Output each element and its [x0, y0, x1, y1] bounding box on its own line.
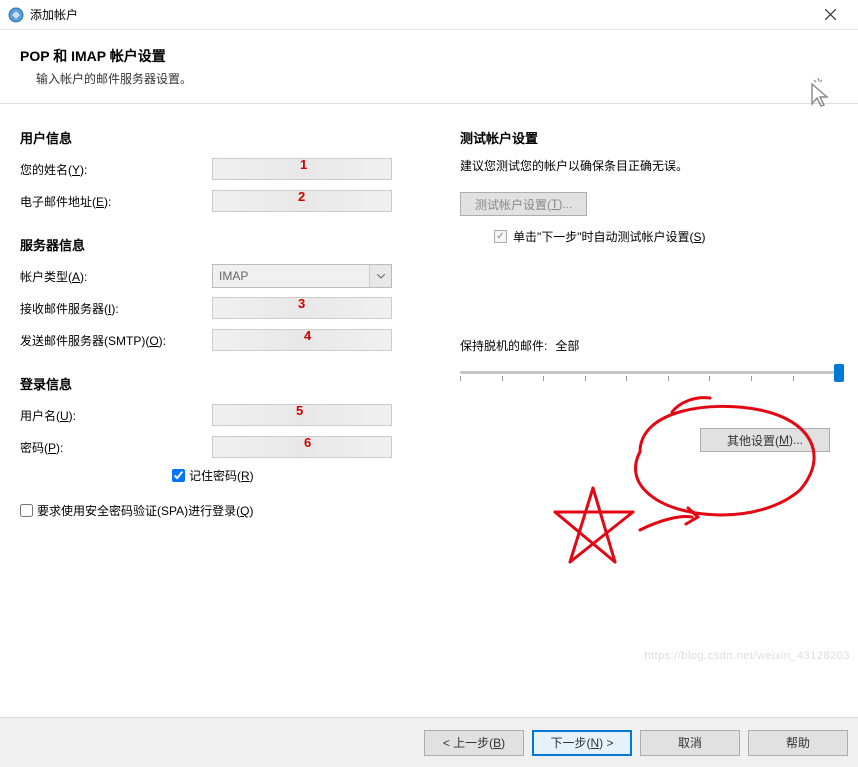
page-title: POP 和 IMAP 帐户设置	[20, 46, 838, 66]
name-row: 您的姓名(Y): 1	[20, 157, 440, 181]
help-button[interactable]: 帮助	[748, 730, 848, 756]
email-label: 电子邮件地址(E):	[20, 193, 212, 210]
test-settings-button[interactable]: 测试帐户设置(T)...	[460, 192, 587, 216]
server-info-title: 服务器信息	[20, 235, 440, 254]
outgoing-input[interactable]	[212, 329, 392, 351]
remember-password-checkbox[interactable]	[172, 469, 185, 482]
offline-value: 全部	[555, 337, 579, 354]
name-label: 您的姓名(Y):	[20, 161, 212, 178]
app-icon	[8, 7, 24, 23]
next-button[interactable]: 下一步(N) >	[532, 730, 632, 756]
auto-test-row: ✓ 单击"下一步"时自动测试帐户设置(S)	[494, 228, 838, 245]
offline-section: 保持脱机的邮件: 全部	[460, 337, 838, 388]
name-input[interactable]	[212, 158, 392, 180]
auto-test-label: 单击"下一步"时自动测试帐户设置(S)	[513, 228, 706, 245]
password-label: 密码(P):	[20, 439, 212, 456]
slider-thumb[interactable]	[834, 364, 844, 382]
close-button[interactable]	[810, 1, 850, 29]
remember-password-row: 记住密码(R)	[172, 467, 440, 484]
body: 用户信息 您的姓名(Y): 1 电子邮件地址(E): 2 服务器信息 帐户类型(…	[0, 104, 858, 712]
password-row: 密码(P): 6	[20, 435, 440, 459]
spa-checkbox[interactable]	[20, 504, 33, 517]
footer: < 上一步(B) 下一步(N) > 取消 帮助	[0, 717, 858, 767]
window-title: 添加帐户	[30, 6, 810, 23]
more-settings-button[interactable]: 其他设置(M)...	[700, 428, 830, 452]
back-button[interactable]: < 上一步(B)	[424, 730, 524, 756]
slider-track-line	[460, 371, 838, 374]
spa-label: 要求使用安全密码验证(SPA)进行登录(Q)	[37, 502, 253, 519]
left-column: 用户信息 您的姓名(Y): 1 电子邮件地址(E): 2 服务器信息 帐户类型(…	[20, 128, 440, 712]
offline-slider[interactable]	[460, 362, 838, 388]
header: POP 和 IMAP 帐户设置 输入帐户的邮件服务器设置。	[0, 30, 858, 104]
email-input[interactable]	[212, 190, 392, 212]
account-type-label: 帐户类型(A):	[20, 268, 212, 285]
incoming-label: 接收邮件服务器(I):	[20, 300, 212, 317]
account-type-value: IMAP	[219, 269, 248, 283]
page-subtitle: 输入帐户的邮件服务器设置。	[36, 70, 838, 87]
incoming-row: 接收邮件服务器(I): 3	[20, 296, 440, 320]
account-type-select[interactable]: IMAP	[212, 264, 392, 288]
test-settings-desc: 建议您测试您的帐户以确保条目正确无误。	[460, 157, 838, 174]
outgoing-label: 发送邮件服务器(SMTP)(O):	[20, 332, 212, 349]
outgoing-row: 发送邮件服务器(SMTP)(O): 4	[20, 328, 440, 352]
offline-label: 保持脱机的邮件:	[460, 337, 547, 354]
password-input[interactable]	[212, 436, 392, 458]
incoming-input[interactable]	[212, 297, 392, 319]
spa-row: 要求使用安全密码验证(SPA)进行登录(Q)	[20, 502, 440, 519]
watermark: https://blog.csdn.net/weixin_43128203	[644, 650, 850, 662]
auto-test-checkbox[interactable]: ✓	[494, 230, 507, 243]
titlebar: 添加帐户	[0, 0, 858, 30]
login-info-title: 登录信息	[20, 374, 440, 393]
account-type-row: 帐户类型(A): IMAP	[20, 264, 440, 288]
username-label: 用户名(U):	[20, 407, 212, 424]
chevron-down-icon	[369, 265, 391, 287]
cancel-button[interactable]: 取消	[640, 730, 740, 756]
test-settings-title: 测试帐户设置	[460, 128, 838, 147]
right-column: 测试帐户设置 建议您测试您的帐户以确保条目正确无误。 测试帐户设置(T)... …	[440, 128, 838, 712]
email-row: 电子邮件地址(E): 2	[20, 189, 440, 213]
remember-password-label: 记住密码(R)	[189, 467, 254, 484]
user-info-title: 用户信息	[20, 128, 440, 147]
more-settings-wrap: 其他设置(M)...	[700, 428, 830, 452]
username-row: 用户名(U): 5	[20, 403, 440, 427]
username-input[interactable]	[212, 404, 392, 426]
